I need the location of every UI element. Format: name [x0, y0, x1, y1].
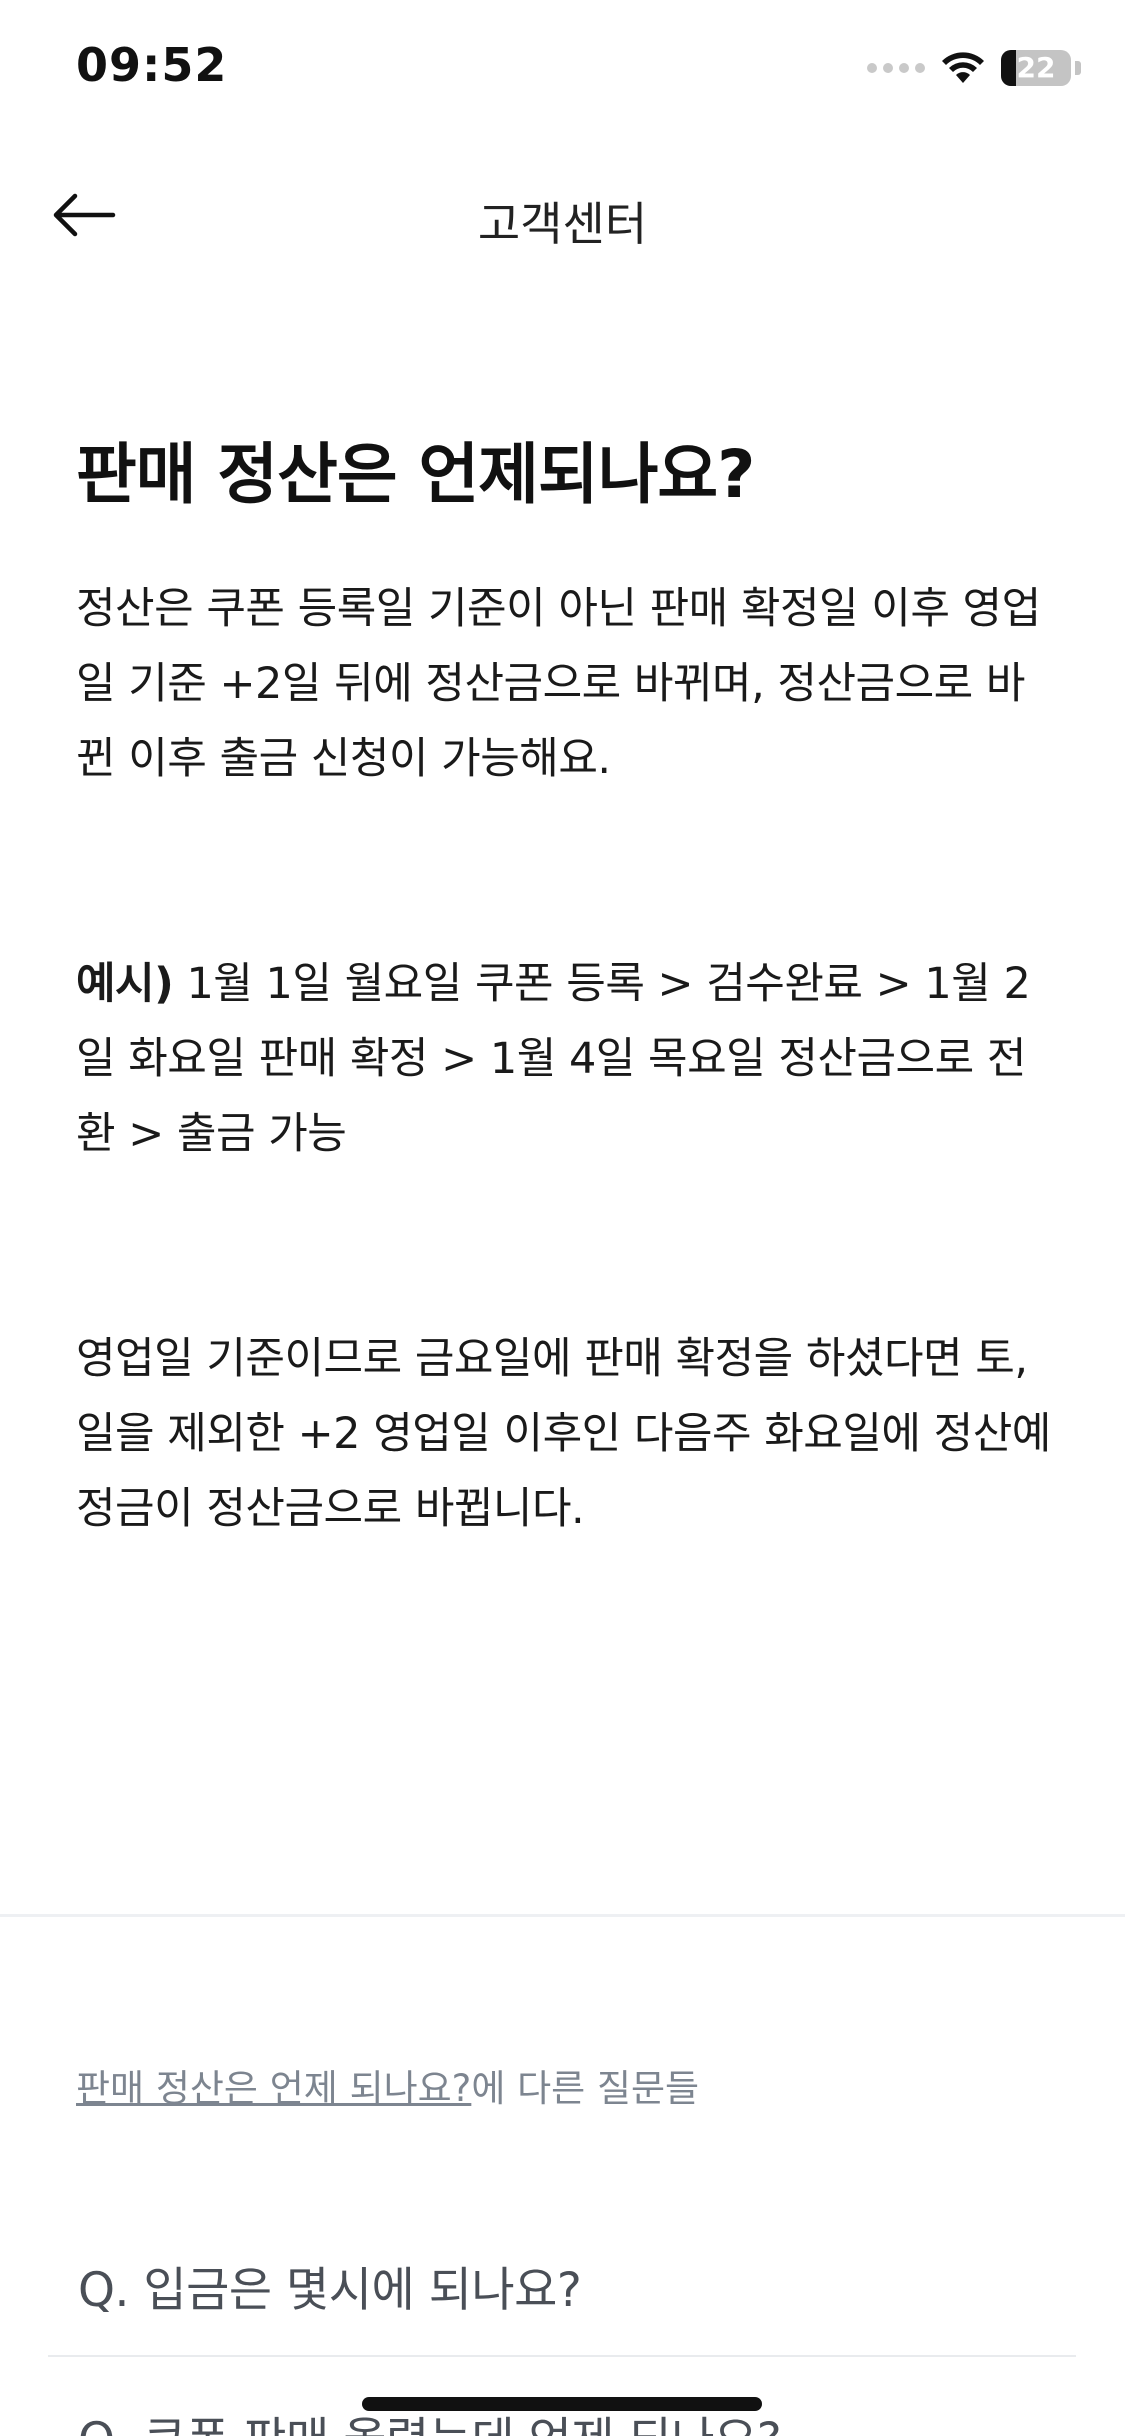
example-text: 1월 1일 월요일 쿠폰 등록 > 검수완료 > 1월 2일 화요일 판매 확정… — [76, 959, 1031, 1159]
article-example: 예시) 1월 1일 월요일 쿠폰 등록 > 검수완료 > 1월 2일 화요일 판… — [76, 947, 1056, 1172]
related-topic-link[interactable]: 판매 정산은 언제 되나요? — [76, 2067, 471, 2110]
example-label: 예시) — [76, 959, 174, 1009]
page-title: 고객센터 — [477, 197, 648, 251]
related-questions-header: 판매 정산은 언제 되나요?에 다른 질문들 — [76, 2058, 699, 2112]
battery-level: 22 — [1016, 51, 1056, 84]
related-question-label: Q. 입금은 몇시에 되나요? — [78, 2263, 582, 2318]
faq-article: 판매 정산은 언제되나요? 정산은 쿠폰 등록일 기준이 아닌 판매 확정일 이… — [76, 430, 1056, 1547]
signal-dots-icon — [867, 63, 925, 73]
article-title: 판매 정산은 언제되나요? — [76, 436, 755, 513]
battery-tip — [1075, 61, 1081, 75]
article-paragraph-3: 영업일 기준이므로 금요일에 판매 확정을 하셨다면 토,일을 제외한 +2 영… — [76, 1334, 1051, 1534]
status-bar: 09:52 22 — [0, 0, 1125, 140]
related-suffix: 에 다른 질문들 — [471, 2067, 700, 2110]
nav-bar: 고객센터 — [0, 160, 1125, 270]
status-time: 09:52 — [76, 38, 228, 92]
wifi-icon — [942, 52, 984, 83]
battery-icon: 22 — [1001, 50, 1071, 86]
related-question-item[interactable]: Q. 입금은 몇시에 되나요? — [48, 2207, 1076, 2357]
status-icons: 22 — [867, 48, 1081, 88]
article-paragraph-1: 정산은 쿠폰 등록일 기준이 아닌 판매 확정일 이후 영업일 기준 +2일 뒤… — [76, 584, 1041, 784]
home-indicator — [362, 2397, 762, 2411]
